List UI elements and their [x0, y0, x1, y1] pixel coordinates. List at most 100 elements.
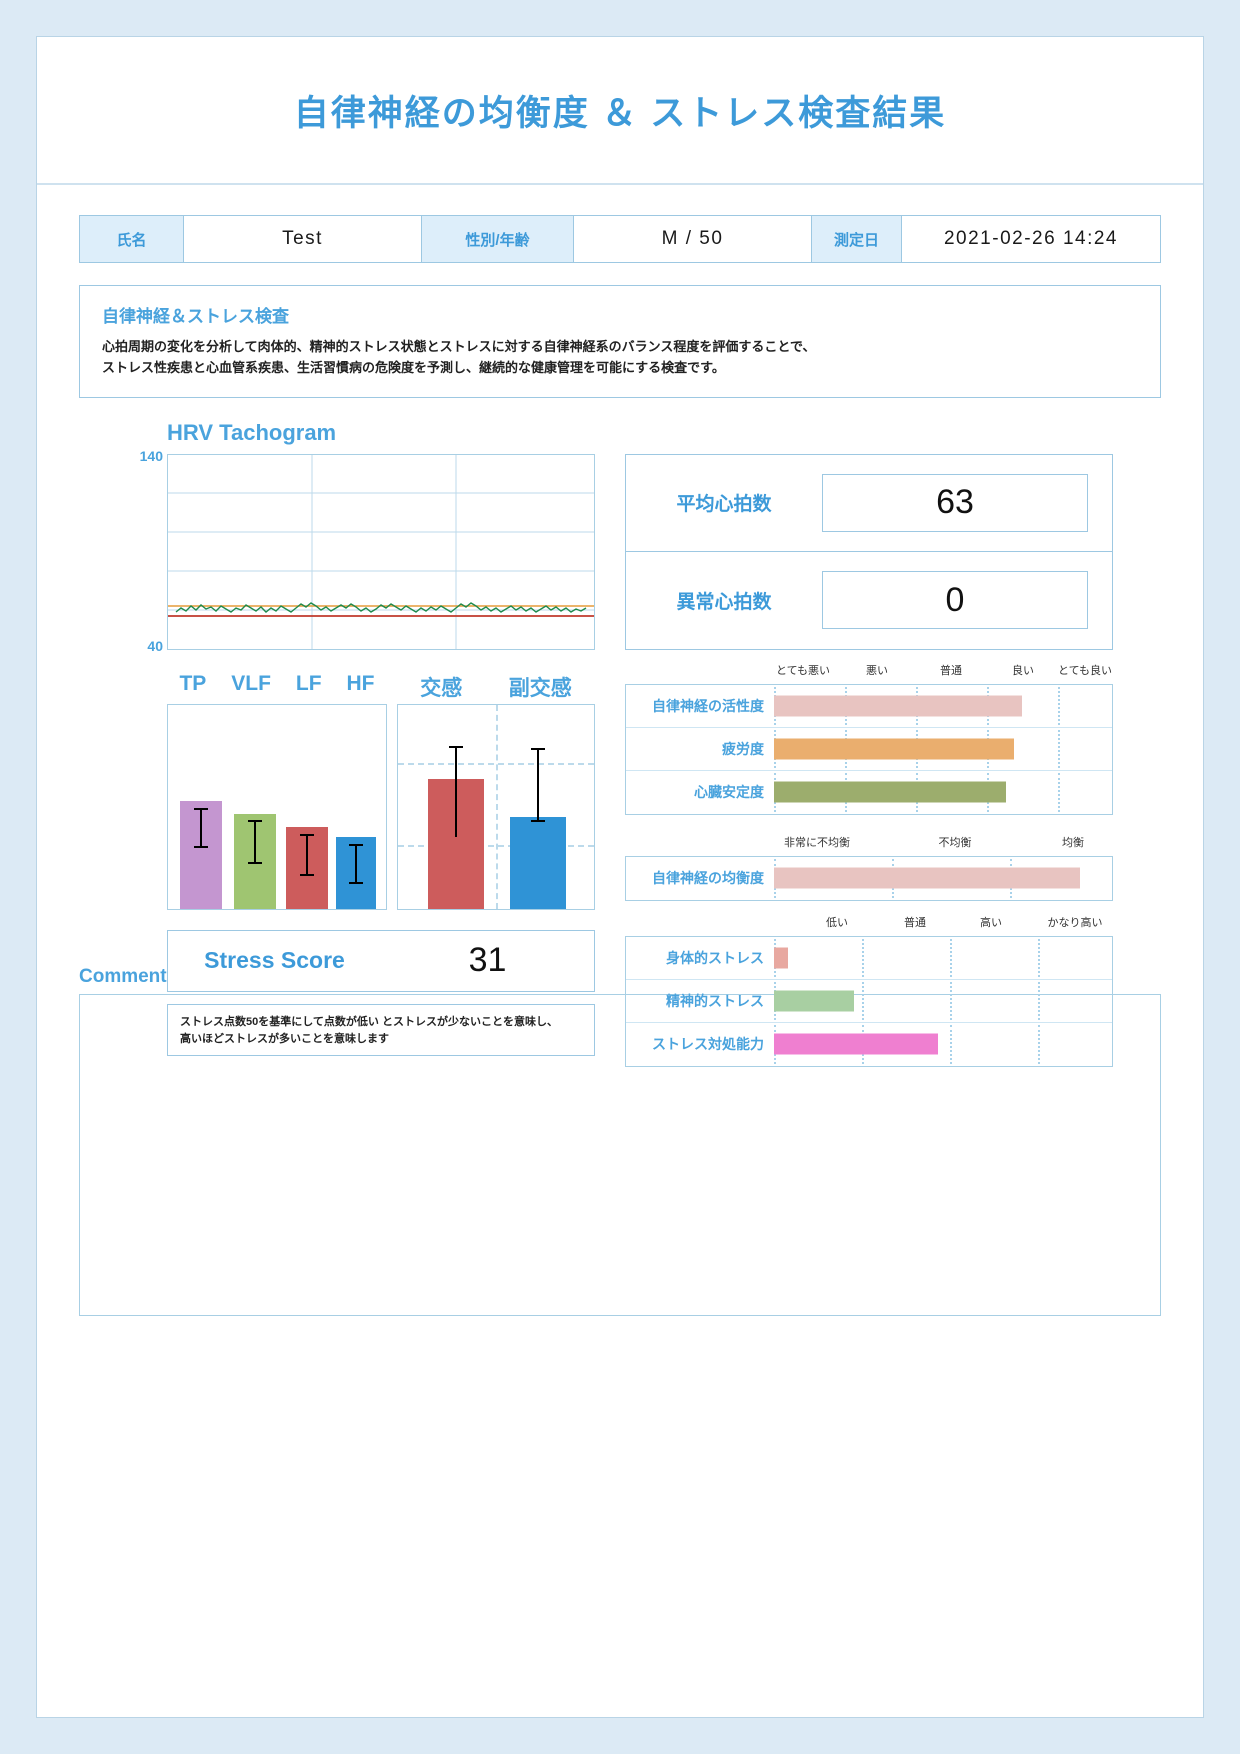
indicator-bar-stress-coping — [774, 1033, 938, 1055]
tick — [862, 938, 864, 977]
health-scale-1: 悪い — [866, 664, 888, 677]
indicator-bar-cardiac-stability — [774, 781, 1006, 803]
bar-parasympathetic — [510, 816, 566, 909]
stress-note-line-1: ストレス点数50を基準にして点数が低い とストレスが少ないことを意味し、 — [180, 1015, 558, 1028]
indicator-label-stress-coping: ストレス対処能力 — [652, 1036, 764, 1053]
indicator-track-stress-coping — [774, 1023, 1112, 1066]
middle-section: TP VLF LF HF 交感 副交感 Stress Score 31 ストレス… — [79, 665, 1161, 1067]
frequency-bar-chart — [167, 703, 387, 910]
indicator-bar-autonomic-activity — [774, 695, 1022, 717]
page-title: 自律神経の均衡度 ＆ ストレス検査結果 — [293, 93, 947, 133]
report-header: 自律神経の均衡度 ＆ ストレス検査結果 — [37, 37, 1203, 185]
measurement-date-value: 2021-02-26 14:24 — [943, 228, 1118, 249]
name-value: Test — [184, 216, 422, 262]
stress-indicators-table: 身体的ストレス 精神的ストレス ストレス対処能力 — [625, 935, 1113, 1067]
errorbar-sympathetic — [455, 746, 457, 837]
sex-age-label: 性別/年齢 — [422, 216, 574, 262]
hrv-tachogram-plot — [167, 453, 595, 650]
errorbar-hf — [355, 844, 357, 883]
indicator-track-fatigue — [774, 728, 1112, 770]
hrv-section: HRV Tachogram 140 40 平均心拍数 63 異常心拍数 0 — [79, 420, 1161, 668]
description-heading: 自律神経＆ストレス検査 — [102, 307, 289, 326]
hrv-plot-svg — [168, 454, 594, 649]
ans-chart-labels: 交感 副交感 — [397, 672, 595, 702]
errorbar-vlf — [254, 820, 256, 863]
tick — [862, 981, 864, 1020]
stress-indicators-panel: 低い 普通 高い かなり高い 身体的ストレス 精神的ストレス ストレス対処能力 — [625, 914, 1113, 1067]
hrv-chart-title: HRV Tachogram — [167, 419, 337, 445]
indicator-row-cardiac-stability: 心臓安定度 — [626, 771, 1112, 814]
ans-gridline-upper — [398, 762, 594, 765]
tick — [950, 938, 952, 977]
indicator-bar-mental-stress — [774, 990, 854, 1012]
errorbar-lf — [306, 834, 308, 875]
ans-gridline-vertical — [496, 704, 498, 909]
indicator-track-physical-stress — [774, 937, 1112, 979]
health-indicators-panel: とても悪い 悪い 普通 良い とても良い 自律神経の活性度 疲労度 心臓安定度 — [625, 662, 1113, 815]
vitals-panel: 平均心拍数 63 異常心拍数 0 — [625, 453, 1113, 650]
balance-indicator-table: 自律神経の均衡度 — [625, 855, 1113, 901]
sex-age-value: M / 50 — [574, 216, 812, 262]
errorcap-tp-top — [194, 807, 208, 810]
stress-score-value: 31 — [468, 941, 507, 980]
tick — [950, 1024, 952, 1064]
test-description-box: 自律神経＆ストレス検査 心拍周期の変化を分析して肉体的、精神的ストレス状態とスト… — [79, 285, 1161, 398]
name-label: 氏名 — [80, 216, 184, 262]
errorcap-tp-bottom — [194, 845, 208, 848]
frequency-bars — [168, 705, 386, 909]
indicator-track-cardiac-stability — [774, 771, 1112, 814]
tick — [1058, 686, 1060, 725]
health-scale-2: 普通 — [940, 664, 962, 677]
stress-scale: 低い 普通 高い かなり高い — [625, 914, 1113, 936]
ans-bars — [398, 704, 594, 909]
errorcap-sympathetic-top — [449, 745, 463, 748]
stress-scale-0: 低い — [826, 916, 848, 929]
indicator-bar-autonomic-balance — [774, 867, 1080, 889]
errorbar-tp — [200, 808, 202, 847]
indicator-label-autonomic-balance: 自律神経の均衡度 — [652, 870, 764, 887]
stress-note-line-2: 高いほどストレスが多いことを意味します — [180, 1032, 389, 1045]
ans-bar-chart — [397, 703, 595, 910]
tick — [950, 981, 952, 1020]
tick — [1038, 1024, 1040, 1064]
errorcap-hf-top — [349, 843, 363, 846]
indicator-row-stress-coping: ストレス対処能力 — [626, 1023, 1112, 1066]
measurement-date-label: 測定日 — [812, 216, 902, 262]
tick — [1058, 729, 1060, 768]
balance-scale: 非常に不均衡 不均衡 均衡 — [625, 834, 1113, 856]
freq-label-tp: TP — [179, 671, 207, 695]
health-scale-0: とても悪い — [775, 664, 831, 677]
stress-score-box: Stress Score 31 — [167, 929, 595, 992]
hrv-axis-max-label: 140 — [139, 447, 163, 464]
indicator-row-mental-stress: 精神的ストレス — [626, 980, 1112, 1023]
health-scale-3: 良い — [1012, 664, 1034, 677]
indicator-label-physical-stress: 身体的ストレス — [666, 949, 764, 966]
errorcap-vlf-bottom — [248, 861, 262, 864]
description-line-2: ストレス性疾患と心血管系疾患、生活習慣病の危険度を予測し、継続的な健康管理を可能… — [102, 360, 725, 376]
indicator-bar-fatigue — [774, 738, 1014, 760]
balance-indicator-panel: 非常に不均衡 不均衡 均衡 自律神経の均衡度 — [625, 834, 1113, 901]
ans-label-sympathetic: 交感 — [420, 676, 463, 700]
errorcap-parasympathetic-bottom — [531, 819, 545, 822]
errorcap-lf-top — [300, 833, 314, 836]
indicator-track-mental-stress — [774, 980, 1112, 1022]
errorcap-parasympathetic-top — [531, 747, 545, 750]
health-indicators-table: 自律神経の活性度 疲労度 心臓安定度 — [625, 683, 1113, 815]
indicator-row-physical-stress: 身体的ストレス — [626, 937, 1112, 980]
report-body: 氏名 Test 性別/年齢 M / 50 測定日 2021-02-26 14:2… — [37, 185, 1203, 1316]
avg-heart-rate-value: 63 — [822, 473, 1088, 532]
frequency-chart-labels: TP VLF LF HF — [167, 672, 387, 696]
errorbar-parasympathetic — [537, 748, 539, 821]
abnormal-beats-value: 0 — [822, 571, 1088, 630]
indicator-track-autonomic-activity — [774, 685, 1112, 727]
stress-score-label: Stress Score — [204, 947, 345, 974]
patient-info-table: 氏名 Test 性別/年齢 M / 50 測定日 2021-02-26 14:2… — [79, 215, 1161, 263]
indicator-track-autonomic-balance — [774, 857, 1112, 900]
hrv-axis-min-label: 40 — [147, 637, 163, 654]
balance-scale-2: 均衡 — [1062, 836, 1084, 849]
stress-scale-1: 普通 — [904, 916, 926, 929]
errorcap-hf-bottom — [349, 881, 363, 884]
stress-scale-2: 高い — [980, 916, 1002, 929]
errorcap-lf-bottom — [300, 873, 314, 876]
avg-heart-rate-row: 平均心拍数 63 — [626, 455, 1112, 552]
